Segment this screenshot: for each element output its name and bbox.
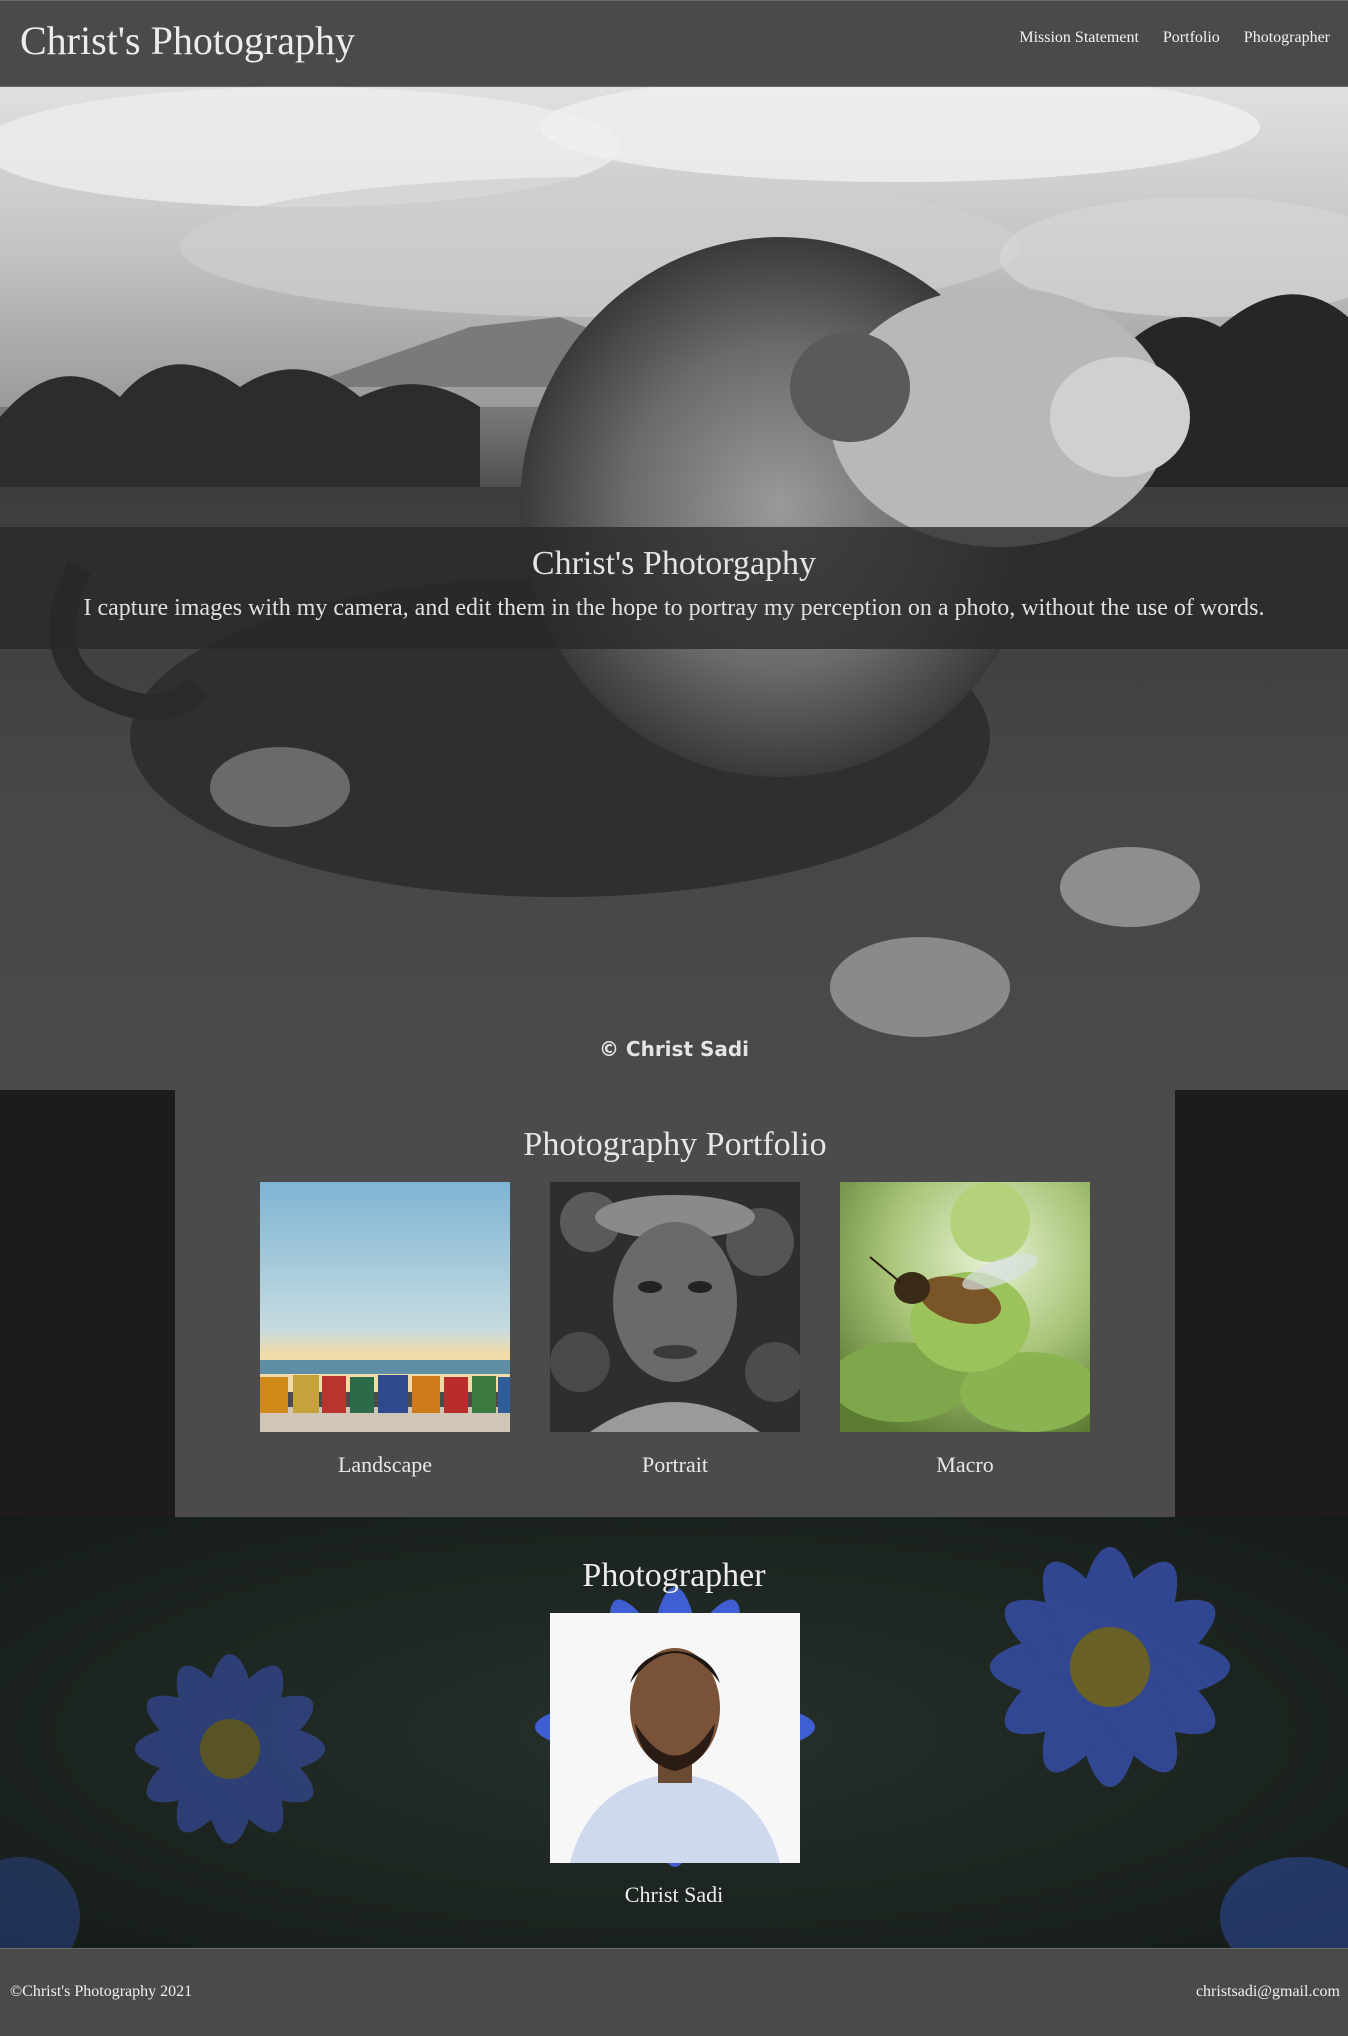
portrait-label[interactable]: Portrait xyxy=(550,1452,800,1478)
nav-portfolio[interactable]: Portfolio xyxy=(1163,29,1220,47)
footer-copyright: ©Christ's Photography 2021 xyxy=(10,1983,193,2000)
footer-email[interactable]: christsadi@gmail.com xyxy=(1196,1983,1340,2001)
portfolio-card-macro[interactable]: Macro xyxy=(840,1182,1090,1478)
hero-section: Christ's Photorgaphy I capture images wi… xyxy=(0,87,1348,1090)
portfolio-title: Photography Portfolio xyxy=(523,1126,827,1163)
macro-thumbnail[interactable] xyxy=(840,1182,1090,1432)
photographer-photo xyxy=(550,1613,800,1863)
nav-photographer[interactable]: Photographer xyxy=(1244,29,1330,47)
portrait-thumbnail[interactable] xyxy=(550,1182,800,1432)
hero-caption-band: Christ's Photorgaphy I capture images wi… xyxy=(0,527,1348,649)
hero-description: I capture images with my camera, and edi… xyxy=(83,595,1265,621)
nav-mission-statement[interactable]: Mission Statement xyxy=(1019,29,1139,47)
hero-watermark: © Christ Sadi xyxy=(598,1037,750,1061)
portfolio-card-portrait[interactable]: Portrait xyxy=(550,1182,800,1478)
portfolio-panel: Photography Portfolio Landscape Portrait… xyxy=(175,1090,1175,1517)
site-brand[interactable]: Christ's Photography xyxy=(20,17,355,64)
site-footer: ©Christ's Photography 2021 christsadi@gm… xyxy=(0,1948,1348,2036)
landscape-label[interactable]: Landscape xyxy=(260,1452,510,1478)
portfolio-card-landscape[interactable]: Landscape xyxy=(260,1182,510,1478)
portfolio-gallery: Landscape Portrait Macro xyxy=(260,1182,1090,1478)
photographer-section: Photographer Christ Sadi xyxy=(0,1517,1348,1948)
hero-title: Christ's Photorgaphy xyxy=(531,545,817,582)
portfolio-section: Photography Portfolio Landscape Portrait… xyxy=(0,1090,1348,1517)
landscape-thumbnail[interactable] xyxy=(260,1182,510,1432)
photographer-title: Photographer xyxy=(582,1557,766,1594)
site-header: Christ's Photography Mission Statement P… xyxy=(0,0,1348,87)
main-nav: Mission Statement Portfolio Photographer xyxy=(1019,29,1330,47)
photographer-name: Christ Sadi xyxy=(624,1882,724,1907)
macro-label[interactable]: Macro xyxy=(840,1452,1090,1478)
